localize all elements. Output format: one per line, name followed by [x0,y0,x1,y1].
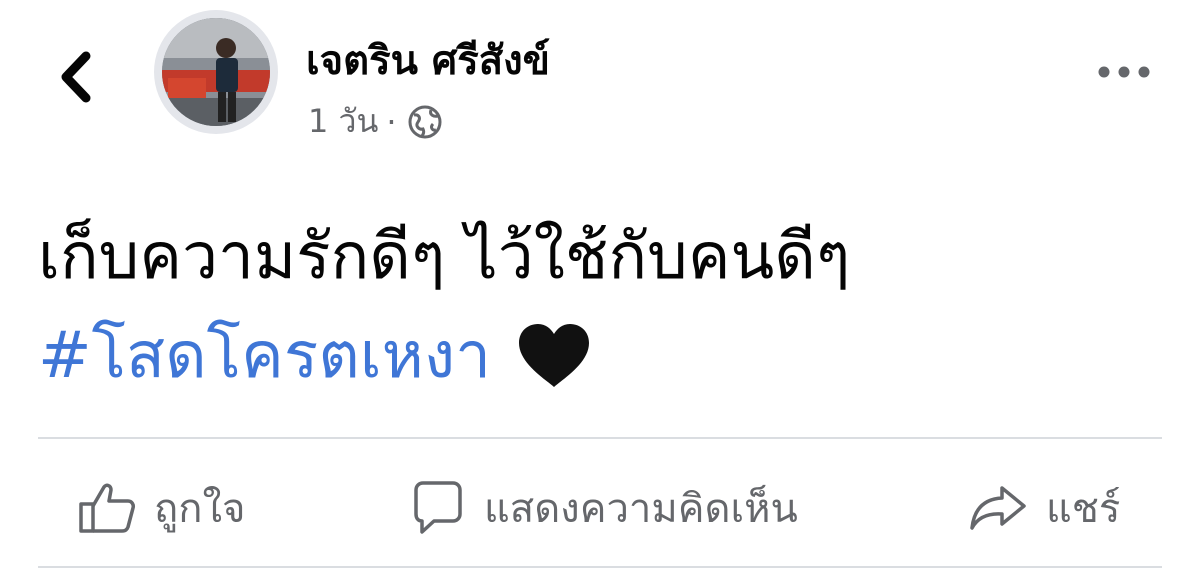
meta-separator: · [386,102,397,141]
comment-label: แสดงความคิดเห็น [484,486,798,532]
more-icon [1098,66,1150,78]
avatar [162,18,270,126]
hashtag-link[interactable]: #โสดโครตเหงา [38,306,491,406]
more-options-button[interactable] [1092,54,1156,90]
divider-top [38,437,1162,439]
thumbs-up-icon [79,483,135,533]
share-label: แชร์ [1046,486,1121,532]
share-button[interactable]: แชร์ [968,466,1120,550]
author-name[interactable]: เจตริน ศรีสังข์ [306,28,550,92]
post-text: เก็บความรักดีๆ ไว้ใช้กับคนดีๆ [38,220,851,294]
back-button[interactable] [48,42,108,112]
black-heart-icon [519,324,589,387]
divider-bottom [38,566,1162,568]
post-time[interactable]: 1 วัน [308,96,378,147]
comment-button[interactable]: แสดงความคิดเห็น [410,466,798,550]
comment-icon [414,481,462,534]
profile-avatar[interactable] [154,10,278,134]
like-label: ถูกใจ [154,486,246,532]
post-meta: 1 วัน · [308,96,445,147]
share-arrow-icon [970,486,1026,530]
avatar-photo [162,18,270,126]
globe-icon [408,105,442,138]
like-button[interactable]: ถูกใจ [78,466,245,550]
hashtag-line: #โสดโครตเหงา [38,306,593,406]
chevron-left-icon [61,51,91,103]
